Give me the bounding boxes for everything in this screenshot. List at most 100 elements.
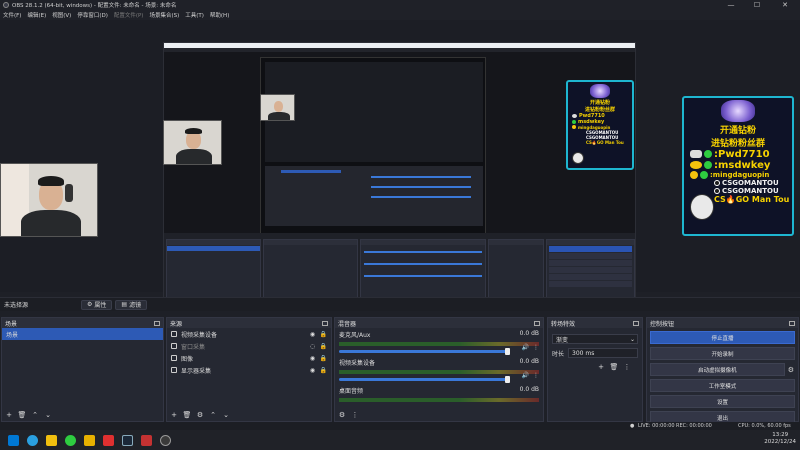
badge-icon	[720, 100, 756, 122]
close-button[interactable]: ✕	[774, 0, 796, 10]
sources-dock: 来源 视频采集设备 ◉ 🔒 窗口采集 ◌ 🔒 图像 ◉ 🔒 显示器采集 ◉ 🔒 + 🗑 ⚙ ⌃ …	[166, 317, 332, 422]
minimize-button[interactable]: —	[720, 0, 742, 10]
source-item[interactable]: 显示器采集 ◉ 🔒	[167, 364, 331, 376]
nested-menu-bar	[164, 48, 635, 52]
avatar	[572, 152, 584, 164]
move-down-icon[interactable]: ⌄	[43, 410, 53, 419]
filter-icon: ▤	[121, 301, 128, 308]
track-db: 0.0 dB	[519, 358, 539, 365]
gear-icon[interactable]: ⚙	[788, 366, 794, 374]
move-down-icon[interactable]: ⌄	[221, 410, 231, 419]
stop-streaming-button[interactable]: 停止直播	[650, 331, 795, 344]
emoji-icon	[690, 161, 702, 170]
tiktok-icon	[714, 187, 720, 194]
gamepad-icon	[572, 113, 577, 118]
badge-icon	[589, 84, 611, 98]
steam-icon[interactable]	[122, 434, 133, 446]
undock-icon[interactable]	[154, 320, 160, 326]
eye-icon[interactable]: ◉	[309, 355, 316, 362]
lock-icon[interactable]: 🔒	[320, 343, 327, 350]
undock-icon[interactable]	[534, 320, 540, 326]
filters-button[interactable]: ▤ 滤镜	[115, 299, 148, 310]
menu-file[interactable]: 文件(F)	[3, 11, 21, 19]
duration-input[interactable]: 300 ms	[568, 348, 638, 358]
app-icon[interactable]	[141, 434, 152, 446]
source-item[interactable]: 视频采集设备 ◉ 🔒	[167, 328, 331, 340]
eye-off-icon[interactable]: ◌	[309, 343, 316, 350]
transition-type-select[interactable]: 渐变 ⌄	[552, 334, 638, 344]
os-taskbar: 13:29 2022/12/24	[0, 430, 800, 450]
eye-icon[interactable]: ◉	[309, 367, 316, 374]
lock-icon[interactable]: 🔒	[320, 331, 327, 338]
menu-view[interactable]: 视图(V)	[52, 11, 71, 19]
more-icon[interactable]: ⋮	[533, 344, 539, 351]
track-name: 麦克风/Aux	[339, 332, 371, 339]
menu-profile[interactable]: 配置文件(P)	[114, 11, 144, 19]
system-clock[interactable]: 13:29 2022/12/24	[764, 432, 796, 446]
more-icon[interactable]: ⋮	[533, 372, 539, 379]
webcam-capture-small	[260, 94, 295, 121]
track-db: 0.0 dB	[519, 386, 539, 393]
window-title: OBS 28.1.2 (64-bit, windows) - 配置文件: 未命名…	[12, 3, 177, 9]
scene-item[interactable]: 场景	[2, 328, 163, 340]
scenes-title: 场景	[5, 320, 18, 328]
volume-slider[interactable]	[339, 376, 510, 383]
maximize-button[interactable]: ☐	[746, 0, 768, 10]
rec-timer: REC: 00:00:00	[676, 423, 712, 429]
settings-button[interactable]: 设置	[650, 395, 795, 408]
more-icon[interactable]: ⋮	[622, 362, 632, 371]
menu-help[interactable]: 帮助(H)	[210, 11, 229, 19]
live-timer: LIVE: 00:00:00	[638, 423, 675, 429]
start-icon[interactable]	[8, 434, 19, 446]
more-icon[interactable]: ⋮	[350, 410, 360, 419]
volume-meter	[339, 342, 539, 346]
source-toolbar: 未选择源 ⚙ 属性 ▤ 滤镜	[0, 297, 800, 311]
speaker-icon[interactable]: 🔊	[522, 344, 529, 351]
emoji-icon	[690, 170, 698, 179]
obs-taskbar-icon[interactable]	[160, 434, 171, 446]
wechat-icon[interactable]	[65, 434, 76, 446]
volume-slider[interactable]	[339, 348, 510, 355]
file-explorer-icon[interactable]	[46, 434, 57, 446]
media-icon[interactable]	[103, 434, 114, 446]
move-up-icon[interactable]: ⌃	[208, 410, 218, 419]
lock-icon[interactable]: 🔒	[320, 355, 327, 362]
avatar	[690, 194, 714, 220]
trash-icon[interactable]: 🗑	[609, 362, 619, 371]
eye-icon[interactable]: ◉	[309, 331, 316, 338]
speaker-icon[interactable]: 🔊	[522, 372, 529, 379]
source-item[interactable]: 图像 ◉ 🔒	[167, 352, 331, 364]
undock-icon[interactable]	[789, 320, 795, 326]
trash-icon[interactable]: 🗑	[17, 410, 27, 419]
selected-source-name: 未选择源	[4, 302, 29, 309]
menu-scene-collection[interactable]: 场景集合(S)	[149, 11, 179, 19]
undock-icon[interactable]	[633, 320, 639, 326]
slider-knob[interactable]	[505, 348, 510, 355]
start-virtual-camera-button[interactable]: 启动虚拟摄像机	[650, 363, 785, 376]
obs-app-icon	[3, 2, 9, 8]
source-item[interactable]: 窗口采集 ◌ 🔒	[167, 340, 331, 352]
preview-canvas[interactable]: 开通钻粉 进钻粉粉丝群 Pwd7710 msdwkey mingdaguopin…	[0, 20, 800, 309]
menu-tools[interactable]: 工具(T)	[185, 11, 204, 19]
camera-icon	[171, 331, 177, 337]
nested-dock-panels	[164, 233, 635, 303]
start-recording-button[interactable]: 开始录制	[650, 347, 795, 360]
menu-docks[interactable]: 停靠窗口(D)	[77, 11, 108, 19]
gear-icon[interactable]: ⚙	[337, 410, 347, 419]
add-icon[interactable]: +	[169, 410, 179, 419]
studio-mode-button[interactable]: 工作室模式	[650, 379, 795, 392]
undock-icon[interactable]	[322, 320, 328, 326]
add-icon[interactable]: +	[4, 410, 14, 419]
edge-browser-icon[interactable]	[27, 434, 38, 446]
trash-icon[interactable]: 🗑	[182, 410, 192, 419]
game-icon[interactable]	[84, 434, 95, 446]
lock-icon[interactable]: 🔒	[320, 367, 327, 374]
transitions-dock: 转场特效 渐变 ⌄ 时长 300 ms + 🗑 ⋮	[547, 317, 643, 422]
properties-button[interactable]: ⚙ 属性	[81, 299, 113, 310]
track-name: 桌面音频	[339, 388, 364, 395]
slider-knob[interactable]	[505, 376, 510, 383]
menu-edit[interactable]: 编辑(E)	[27, 11, 46, 19]
gear-icon[interactable]: ⚙	[195, 410, 205, 419]
move-up-icon[interactable]: ⌃	[30, 410, 40, 419]
add-icon[interactable]: +	[596, 362, 606, 371]
